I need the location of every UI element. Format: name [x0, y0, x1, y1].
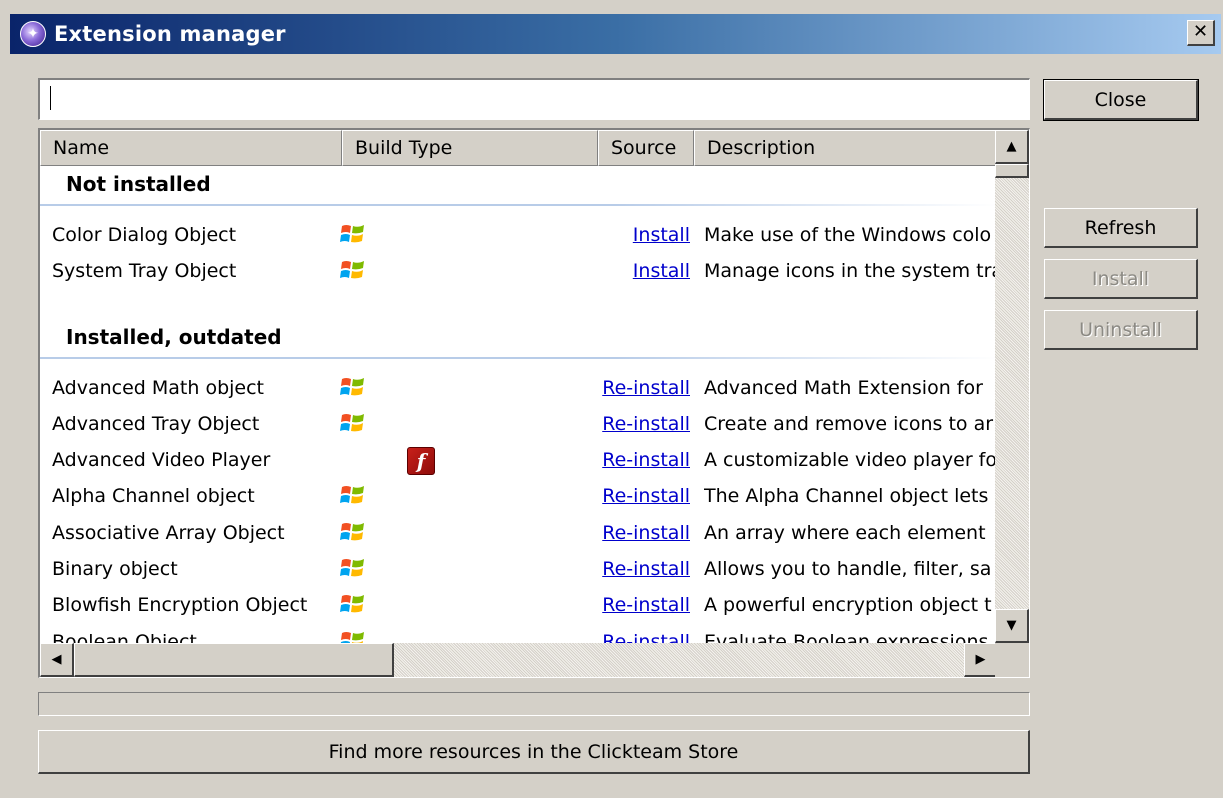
windows-icon	[340, 559, 364, 577]
title-bar: ✦ Extension manager ✕	[10, 14, 1221, 54]
close-window-button[interactable]: ✕	[1187, 20, 1215, 46]
extension-name: Advanced Video Player	[52, 449, 271, 472]
vertical-scroll-thumb[interactable]	[995, 164, 1029, 178]
extension-description: The Alpha Channel object lets	[704, 485, 989, 508]
windows-icon	[340, 225, 364, 243]
windows-icon	[340, 595, 364, 613]
extension-name: Associative Array Object	[52, 521, 285, 544]
build-type-cell	[340, 258, 366, 282]
list-item[interactable]: Binary object Re-install Allows you to han…	[40, 552, 998, 588]
list-item[interactable]: Advanced Video Player f Re-install A custom…	[40, 443, 998, 479]
app-icon: ✦	[20, 21, 46, 47]
extension-description: Evaluate Boolean expressions	[704, 630, 989, 643]
search-input[interactable]	[38, 78, 1030, 120]
list-item[interactable]: Advanced Tray Object Re-install Create and…	[40, 407, 998, 443]
extension-list[interactable]: Name Build Type Source Description Not i…	[38, 128, 1030, 678]
scroll-up-arrow-icon[interactable]: ▲	[995, 130, 1029, 164]
clickteam-store-button[interactable]: Find more resources in the Clickteam Sto…	[38, 730, 1030, 774]
list-item[interactable]: System Tray Object Install Manage icons in…	[40, 254, 998, 290]
build-type-cell	[340, 375, 366, 399]
windows-icon	[340, 413, 364, 432]
column-header-description[interactable]: Description	[694, 130, 998, 166]
list-item[interactable]: Associative Array Object Re-install An arr…	[40, 516, 998, 552]
install-link[interactable]: Re-install	[598, 413, 690, 435]
list-item[interactable]: Blowfish Encryption Object Re-install A po…	[40, 588, 998, 624]
install-link[interactable]: Re-install	[598, 449, 690, 471]
flash-icon: f	[407, 447, 435, 476]
windows-icon	[340, 522, 364, 541]
extension-description: Advanced Math Extension for	[704, 376, 983, 399]
horizontal-scrollbar[interactable]: ◀ ▶	[40, 643, 998, 677]
scroll-right-arrow-icon[interactable]: ▶	[964, 643, 998, 677]
extension-name: Advanced Math object	[52, 376, 265, 399]
install-link[interactable]: Re-install	[598, 594, 690, 616]
extension-name: Boolean Object	[52, 630, 197, 643]
group-header: Installed, outdated	[40, 319, 998, 359]
extension-name: Alpha Channel object	[52, 485, 255, 508]
extension-description: An array where each element	[704, 521, 986, 544]
group-header: Not installed	[40, 166, 998, 206]
build-type-cell	[340, 629, 366, 643]
build-type-cell	[340, 222, 366, 246]
extension-description: A powerful encryption object t	[704, 594, 992, 617]
extension-description: Make use of the Windows colo	[704, 224, 992, 246]
refresh-button[interactable]: Refresh	[1044, 208, 1198, 248]
scrollbar-corner	[995, 643, 1029, 677]
install-link[interactable]: Re-install	[598, 485, 690, 507]
progress-bar	[38, 692, 1030, 716]
install-link[interactable]: Re-install	[598, 558, 690, 580]
extension-description: Manage icons in the system tra	[704, 260, 998, 283]
text-caret	[50, 86, 51, 110]
windows-icon	[340, 631, 364, 643]
refresh-button-label: Refresh	[1084, 216, 1157, 239]
horizontal-scroll-thumb[interactable]	[74, 643, 394, 677]
list-header: Name Build Type Source Description	[40, 130, 998, 166]
extension-name: System Tray Object	[52, 260, 237, 283]
vertical-scrollbar[interactable]: ▲ ▼	[995, 130, 1029, 643]
column-header-name[interactable]: Name	[40, 130, 342, 166]
windows-icon	[340, 377, 364, 395]
column-header-build-type[interactable]: Build Type	[342, 130, 598, 166]
extension-name: Blowfish Encryption Object	[52, 594, 308, 617]
list-item[interactable]: Alpha Channel object Re-install The Alpha …	[40, 479, 998, 515]
scroll-down-arrow-icon[interactable]: ▼	[995, 609, 1029, 643]
install-link[interactable]: Install	[598, 260, 690, 282]
install-link[interactable]: Re-install	[598, 522, 690, 544]
extension-description: Allows you to handle, filter, sa	[704, 558, 992, 581]
window-title: Extension manager	[54, 22, 286, 46]
list-item[interactable]: Boolean Object Re-install Evaluate Boolean…	[40, 625, 998, 643]
install-link[interactable]: Install	[598, 224, 690, 246]
install-link[interactable]: Re-install	[598, 631, 690, 643]
extension-name: Binary object	[52, 558, 178, 581]
list-rows: Not installed Color Dialog Object Install…	[40, 166, 998, 643]
build-type-cell	[340, 592, 366, 616]
extension-manager-window: ✦ Extension manager ✕ Close Refresh Inst…	[0, 0, 1223, 798]
windows-icon	[340, 486, 364, 504]
extension-description: Create and remove icons to ar	[704, 412, 994, 435]
scroll-left-arrow-icon[interactable]: ◀	[40, 643, 74, 677]
install-button[interactable]: Install	[1044, 259, 1198, 299]
build-type-cell	[340, 520, 366, 544]
build-type-cell	[340, 483, 366, 507]
install-link[interactable]: Re-install	[598, 377, 690, 399]
uninstall-button[interactable]: Uninstall	[1044, 310, 1198, 350]
extension-description: A customizable video player fo	[704, 449, 997, 472]
extension-name: Advanced Tray Object	[52, 412, 260, 435]
build-type-cell	[340, 411, 366, 435]
column-header-source[interactable]: Source	[598, 130, 694, 166]
extension-name: Color Dialog Object	[52, 224, 237, 246]
list-item[interactable]: Advanced Math object Re-install Advanced M…	[40, 371, 998, 407]
close-button[interactable]: Close	[1043, 79, 1199, 121]
list-item[interactable]: Color Dialog Object Install Make use of th…	[40, 218, 998, 254]
windows-icon	[340, 261, 364, 279]
build-type-cell	[340, 556, 366, 580]
